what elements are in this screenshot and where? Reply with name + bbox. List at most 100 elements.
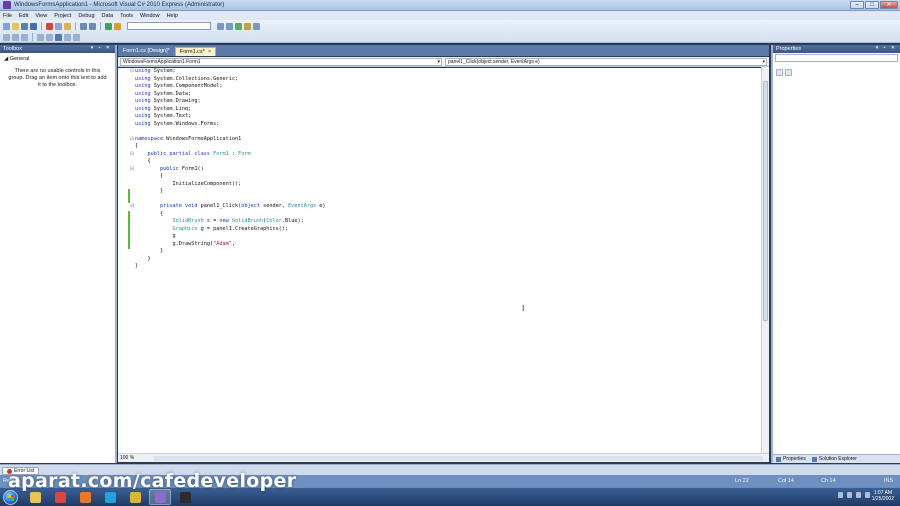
code-token: } — [135, 188, 164, 194]
properties-icon[interactable] — [226, 22, 233, 30]
categorized-icon[interactable] — [776, 69, 783, 76]
save-all-icon[interactable] — [30, 22, 37, 30]
tab-properties-label: Properties — [783, 456, 806, 462]
code-line: using System.ComponentModel; — [135, 83, 222, 91]
close-button[interactable]: ✕ — [880, 1, 898, 9]
right-panel-tabs: Properties Solution Explorer — [773, 454, 900, 463]
toolbox-group-label: General — [9, 56, 30, 62]
code-token: EventArgs — [288, 203, 317, 209]
find-icon[interactable] — [114, 22, 121, 30]
panel-pin-icon[interactable]: ▾ ▪ ✕ — [876, 45, 897, 51]
alphabetical-icon[interactable] — [785, 69, 792, 76]
code-line: using System.Linq; — [135, 106, 191, 114]
toolbar-row-1 — [3, 21, 260, 31]
title-bar[interactable]: WindowsFormsApplication1 - Microsoft Vis… — [0, 0, 900, 11]
panel-pin-icon[interactable]: ▾ ▪ ✕ — [91, 45, 112, 51]
open-file-icon[interactable] — [12, 22, 19, 30]
format-icon[interactable] — [3, 33, 10, 41]
find-combo[interactable] — [127, 22, 211, 30]
scrollbar-thumb[interactable] — [763, 81, 768, 321]
zoom-level[interactable]: 100 % — [118, 455, 148, 461]
class-combo[interactable]: WindowsFormsApplication1.Form1 — [120, 57, 442, 66]
code-token: { — [135, 158, 151, 164]
collapse-region-icon[interactable]: ⊟ — [130, 136, 135, 142]
maximize-button[interactable]: □ — [865, 1, 879, 9]
toolbar-separator — [100, 22, 101, 30]
tab-properties[interactable]: Properties — [776, 456, 806, 462]
code-token: new — [219, 218, 229, 224]
redo-icon[interactable] — [89, 22, 96, 30]
code-token: { — [135, 173, 164, 179]
close-tab-icon[interactable]: × — [208, 49, 211, 55]
code-token: System.Text; — [150, 113, 192, 119]
indent-icon[interactable] — [12, 33, 19, 41]
vertical-scrollbar[interactable] — [761, 67, 769, 453]
menu-item-help[interactable]: Help — [167, 13, 178, 19]
code-editor[interactable]: I using System; ⊟ using System.Collections… — [118, 68, 761, 453]
save-icon[interactable] — [21, 22, 28, 30]
minimize-button[interactable]: – — [850, 1, 864, 9]
start-debugging-icon[interactable] — [105, 22, 112, 30]
menu-item-debug[interactable]: Debug — [78, 13, 94, 19]
code-line: public Form1() — [135, 166, 204, 174]
code-token: using — [135, 83, 151, 89]
collapse-region-icon[interactable]: ⊟ — [130, 151, 135, 157]
code-token: Form1 — [209, 150, 229, 157]
code-line: Graphics g = panel1.CreateGraphics(); — [135, 226, 288, 234]
code-token: , — [231, 240, 235, 247]
toolbox-group[interactable]: ◢ General — [0, 53, 115, 62]
menu-item-data[interactable]: Data — [102, 13, 114, 19]
new-project-icon[interactable] — [3, 22, 10, 30]
menu-item-view[interactable]: View — [35, 13, 47, 19]
outdent-icon[interactable] — [21, 33, 28, 41]
menu-item-project[interactable]: Project — [54, 13, 71, 19]
system-clock[interactable]: 1:07 AM 1/25/2002 — [872, 490, 894, 502]
code-line: SolidBrush s = new SolidBrush(Color.Blue… — [135, 218, 303, 226]
toolbar-separator — [41, 22, 42, 30]
tray-icon[interactable] — [856, 492, 861, 498]
undo-icon[interactable] — [80, 22, 87, 30]
code-line: { — [135, 211, 163, 219]
prev-bookmark-icon[interactable] — [64, 33, 71, 41]
explorer-icon — [29, 491, 41, 503]
menu-item-window[interactable]: Window — [140, 13, 160, 19]
visual-studio-icon — [154, 491, 166, 503]
tab-form1-code[interactable]: Form1.cs* × — [174, 47, 217, 56]
collapse-region-icon[interactable]: ⊟ — [130, 166, 135, 172]
paste-icon[interactable] — [64, 22, 71, 30]
status-line: Ln 22 — [735, 478, 749, 484]
code-token: using — [135, 68, 151, 74]
next-bookmark-icon[interactable] — [73, 33, 80, 41]
uncomment-icon[interactable] — [46, 33, 53, 41]
code-line: using System.Drawing; — [135, 98, 201, 106]
collapse-region-icon[interactable]: ⊟ — [130, 204, 135, 209]
copy-icon[interactable] — [55, 22, 62, 30]
cut-icon[interactable] — [46, 22, 53, 30]
tab-form1-design[interactable]: Form1.cs [Design]* — [119, 47, 174, 56]
object-browser-icon[interactable] — [235, 22, 242, 30]
menu-item-file[interactable]: File — [3, 13, 12, 19]
start-page-icon[interactable] — [253, 22, 260, 30]
code-token: sender, — [259, 203, 289, 209]
watermark-text: aparat.com/cafedeveloper — [8, 470, 297, 492]
code-token: using — [135, 75, 151, 82]
member-combo[interactable]: panel1_Click(object sender, EventArgs e) — [445, 57, 767, 66]
comment-icon[interactable] — [37, 33, 44, 41]
solution-explorer-icon[interactable] — [217, 22, 224, 30]
object-selector[interactable] — [775, 54, 898, 62]
menu-item-tools[interactable]: Tools — [120, 13, 133, 19]
bookmark-icon[interactable] — [55, 33, 62, 41]
tab-solution-explorer[interactable]: Solution Explorer — [811, 456, 857, 462]
code-line: { — [135, 143, 138, 151]
tray-icon[interactable] — [838, 492, 843, 498]
tray-icon[interactable] — [847, 492, 852, 498]
menu-item-edit[interactable]: Edit — [19, 13, 28, 19]
code-line: namespace WindowsFormsApplication1 — [135, 136, 241, 144]
horizontal-scrollbar[interactable] — [154, 455, 763, 461]
collapse-region-icon[interactable]: ⊟ — [130, 69, 135, 74]
code-token: System.Windows.Forms; — [150, 120, 220, 127]
code-token: using — [135, 105, 151, 112]
toolbox-icon[interactable] — [244, 22, 251, 30]
tray-icon[interactable] — [865, 492, 870, 498]
